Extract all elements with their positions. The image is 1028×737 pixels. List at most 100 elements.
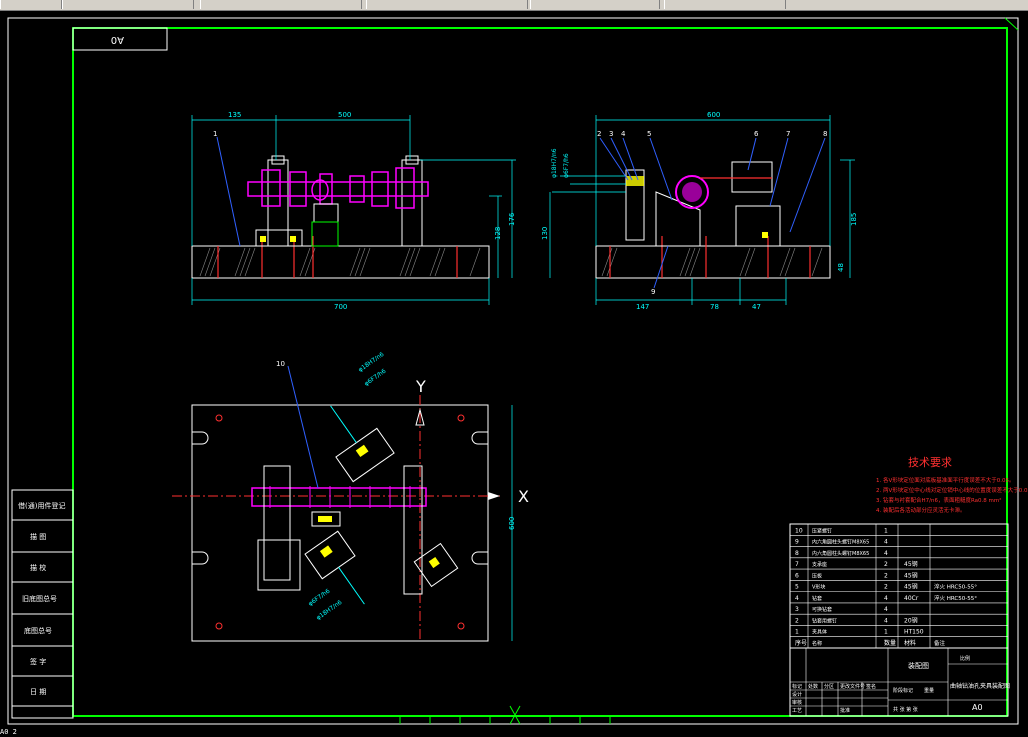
bom-cell-no: 10 [795, 527, 803, 534]
title-cell: 处数 [808, 683, 818, 690]
fit-label: φ18H7/n6 [315, 599, 343, 622]
title-cell: 比例 [960, 655, 970, 662]
bom-cell-mat: HT150 [904, 629, 924, 636]
toolbar-segment[interactable] [366, 0, 528, 9]
bom-cell-name: V形块 [812, 584, 825, 591]
bom-cell-qty: 1 [884, 527, 888, 534]
dim-label: 176 [508, 212, 516, 226]
dim-label: 147 [636, 303, 649, 311]
size-label-top: A0 [111, 34, 124, 45]
bom-cell-qty: 4 [884, 539, 888, 546]
title-cell: 阶段标记 [893, 687, 913, 694]
toolbar-segment[interactable] [200, 0, 362, 9]
balloon-label: 4 [621, 130, 626, 138]
dim-label: 78 [710, 303, 719, 311]
sheet-code: A0 [972, 703, 983, 712]
bushing [290, 236, 296, 242]
side-label: 底图总号 [24, 626, 52, 635]
toolbar-segment[interactable] [62, 0, 194, 9]
bom-cell-mat: 45钢 [904, 583, 918, 591]
dim-label: 700 [334, 303, 347, 311]
fit-label: φ6F7/h6 [363, 368, 387, 388]
title-cell: 共 张 第 张 [893, 706, 918, 713]
plan-view[interactable]: X Y 600 10 φ18H7/n6 φ6F7/h6 φ6F7/h6 φ18H… [172, 351, 529, 642]
plan-crankshaft [251, 487, 427, 507]
fit-label: φ6F7/h6 [307, 588, 331, 608]
bom-cell-no: 8 [795, 550, 799, 557]
bom-cell-no: 7 [795, 561, 799, 568]
bom-cell-name: 可换钻套 [812, 606, 832, 613]
axis-x-label: X [518, 487, 529, 506]
balloon-label: 1 [213, 130, 217, 138]
balloon-label: 6 [754, 130, 759, 138]
tech-req-line: 2. 两V形块定位中心线对定位销中心线的位置度误差不大于0.02。 [876, 486, 1028, 494]
clamp-assembly [731, 161, 773, 193]
toolbar-segment[interactable] [530, 0, 660, 9]
dim-label: 47 [752, 303, 761, 311]
bom-cell-mat: 40Cr [904, 595, 919, 602]
toolbar-segment[interactable] [664, 0, 786, 9]
bottom-ruler [399, 715, 620, 724]
dim-label: 500 [338, 111, 351, 119]
bom-cell-name: 夹具体 [812, 629, 827, 636]
side-label: 描 校 [30, 563, 46, 572]
bom-cell-note: 备注 [934, 639, 946, 647]
title-cell: 重量 [924, 687, 934, 694]
side-leaders [599, 137, 826, 289]
plan-slots [192, 431, 488, 565]
leader-line [216, 136, 241, 247]
bom-cell-qty: 4 [884, 595, 888, 602]
tech-requirements: 技术要求 1. 各V形块定位面对底板基准面平行度误差不大于0.05。 2. 两V… [876, 456, 1028, 514]
left-support [267, 159, 289, 247]
bom-cell-note: 淬火 HRC50-55° [934, 594, 977, 602]
balloon-label: 8 [823, 130, 827, 138]
plan-right-support [403, 465, 423, 595]
title-cell: 标记 [792, 683, 802, 690]
balloon-label: 5 [647, 130, 651, 138]
title-block-school: 装配图 [908, 661, 929, 670]
bom-cell-name: 钻套 [812, 595, 822, 602]
bom-cell-no: 序号 [795, 639, 807, 647]
bom-cell-no: 6 [795, 572, 799, 579]
side-label: 描 图 [30, 532, 46, 541]
cad-drawing-canvas[interactable]: A0 借(通)用件登记 描 图 描 校 旧底图总号 底图总号 签 字 日 期 1… [0, 10, 1028, 728]
bushing [260, 236, 266, 242]
tech-req-line: 4. 装配后各活动部分应灵活无卡滞。 [876, 506, 966, 514]
bom-cell-no: 5 [795, 584, 799, 591]
bom-cell-no: 3 [795, 606, 799, 613]
bom-cell-qty: 1 [884, 629, 888, 636]
workpiece-core [682, 182, 702, 202]
drill-bushing [626, 176, 644, 186]
balloon-label: 10 [276, 360, 285, 368]
bom-cell-no: 4 [795, 595, 799, 602]
title-cell: 设计 [792, 691, 802, 698]
bom-cell-mat: 45钢 [904, 560, 918, 568]
bom-cell-qty: 2 [884, 584, 888, 591]
bom-cell-qty: 2 [884, 561, 888, 568]
bom-cell-name: 内六角圆柱头螺钉M8X65 [812, 539, 869, 546]
bom-cell-mat: 材料 [904, 639, 916, 647]
dim-label: 130 [541, 227, 549, 240]
dim-label: 600 [508, 517, 516, 530]
status-readout: A0 2 [0, 728, 17, 736]
side-view[interactable]: 600 130 185 48 147 78 47 φ18H7/n6 φ6F7/h… [541, 111, 858, 311]
bom-cell-name: 压板 [812, 572, 822, 579]
balloon-label: 3 [609, 130, 613, 138]
drill-unit-right [413, 542, 459, 588]
bill-of-materials: 10 压紧螺钉 1 9 内六角圆柱头螺钉M8X65 4 8 内六角圆柱头螺钉M8X65 4 7 支承… [789, 523, 1009, 649]
bom-cell-no: 2 [795, 617, 799, 624]
title-block: 装配图 曲轴钻油孔夹具装配图 A0 阶段标记 共 张 第 张 标记 处数 分区 … [789, 647, 1010, 717]
toolbar-segment[interactable] [0, 0, 62, 9]
bom-cell-qty: 4 [884, 606, 888, 613]
fit-label: φ6F7/h6 [563, 153, 570, 178]
support-seat [735, 205, 781, 247]
axis-y-label: Y [415, 377, 426, 396]
bom-cell-note: 淬火 HRC50-55° [934, 583, 977, 591]
side-base [595, 245, 831, 279]
bom-cell-name: 钻套用螺钉 [812, 617, 837, 624]
side-label: 旧底图总号 [22, 594, 57, 603]
front-view[interactable]: 135 500 700 128 176 1 [191, 111, 516, 311]
plan-crank-journals [269, 486, 411, 508]
fit-label: φ18H7/n6 [551, 148, 558, 178]
dim-label: 185 [850, 213, 858, 226]
